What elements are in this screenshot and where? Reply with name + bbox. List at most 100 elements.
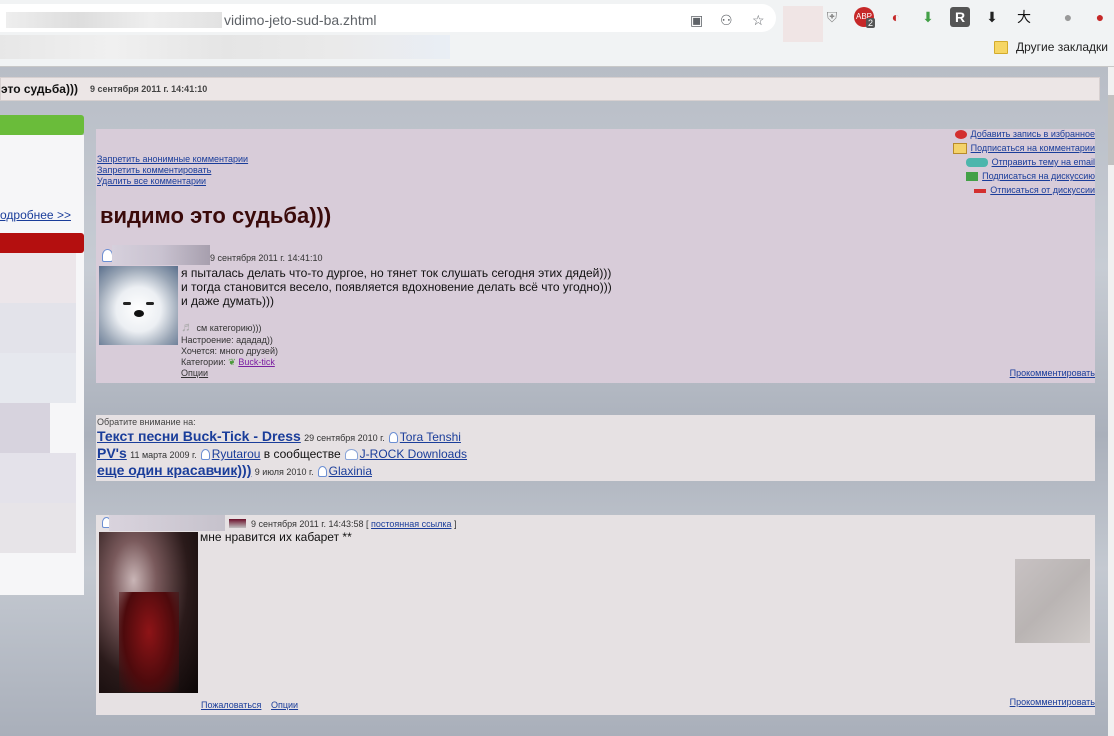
plus-icon bbox=[966, 172, 979, 182]
music-note-icon: ♬ bbox=[181, 319, 194, 334]
subscribe-comments-link[interactable]: Подписаться на комментарии bbox=[971, 143, 1095, 153]
commenter-name-blurred[interactable] bbox=[109, 515, 225, 531]
user-icon bbox=[388, 432, 398, 444]
related-date: 9 июля 2010 г. bbox=[254, 467, 314, 477]
blurred-extension-icon[interactable] bbox=[783, 6, 823, 42]
profile-avatar-icon[interactable]: ● bbox=[1058, 7, 1078, 27]
post-date: 9 сентября 2011 г. 14:41:10 bbox=[210, 253, 323, 263]
menu-icon[interactable]: ● bbox=[1090, 7, 1110, 27]
sidebar-more-link[interactable]: одробнее >> bbox=[0, 208, 71, 222]
sidebar-blurred-block bbox=[0, 253, 76, 303]
readability-r-icon[interactable]: R bbox=[950, 7, 970, 27]
popup-blocked-icon[interactable]: ▣ bbox=[690, 12, 703, 29]
heart-icon bbox=[954, 130, 967, 140]
subscribe-discussion-link[interactable]: Подписаться на дискуссию bbox=[982, 171, 1095, 181]
permalink-open: [ bbox=[366, 519, 369, 529]
download-arrow-icon[interactable]: ⬇ bbox=[918, 7, 938, 27]
post-categories: Категории: ❦ Buck-tick bbox=[181, 357, 275, 368]
entry-title-date: 9 сентября 2011 г. 14:41:10 bbox=[90, 84, 208, 94]
seal-eye bbox=[146, 302, 154, 305]
seal-nose bbox=[134, 310, 144, 317]
subscribe-comments-action[interactable]: Подписаться на комментарии bbox=[952, 143, 1095, 155]
scrollbar[interactable] bbox=[1108, 67, 1114, 736]
unsubscribe-discussion-action[interactable]: Отписаться от дискуссии bbox=[974, 185, 1095, 195]
post-options-link[interactable]: Опции bbox=[181, 368, 208, 378]
report-link[interactable]: Пожаловаться bbox=[201, 700, 261, 710]
sidebar-blurred-block bbox=[0, 453, 76, 503]
browser-chrome: vidimo-jeto-sud-ba.zhtml ▣ ⚇ ☆ ⛨ ABP 2 ◐… bbox=[0, 0, 1114, 67]
tag-icon: ❦ bbox=[228, 357, 236, 367]
post-text-line: и тогда становится весело, появляется вд… bbox=[181, 280, 612, 294]
post-title: видимо это судьба))) bbox=[100, 203, 332, 228]
related-title-link[interactable]: Текст песни Buck-Tick - Dress bbox=[97, 428, 301, 444]
sidebar-blurred-block bbox=[0, 503, 76, 553]
download-circle-icon[interactable]: ⬇ bbox=[982, 7, 1002, 27]
related-title-link[interactable]: еще один красавчик))) bbox=[97, 462, 251, 478]
comment-date-line: 9 сентября 2011 г. 14:43:58 [ постоянная… bbox=[251, 519, 457, 529]
kanji-icon[interactable]: 大 bbox=[1014, 7, 1034, 27]
email-topic-link[interactable]: Отправить тему на email bbox=[992, 157, 1095, 167]
other-bookmarks-label[interactable]: Другие закладки bbox=[1016, 40, 1108, 54]
envelope-icon bbox=[952, 143, 967, 155]
related-user-link[interactable]: Ryutarou bbox=[212, 447, 261, 461]
sidebar-panel bbox=[0, 135, 84, 595]
related-user-link[interactable]: Tora Tenshi bbox=[400, 430, 461, 444]
url-text[interactable]: vidimo-jeto-sud-ba.zhtml bbox=[224, 12, 377, 28]
user-icon bbox=[317, 466, 327, 478]
related-label: Обратите внимание на: bbox=[97, 417, 196, 427]
bookmarks-bar-blurred bbox=[0, 35, 450, 59]
comment-reply-link[interactable]: Прокомментировать bbox=[1010, 697, 1095, 707]
disable-comments-link[interactable]: Запретить комментировать bbox=[97, 165, 211, 175]
related-item: PV's 11 марта 2009 г. Ryutarou в сообщест… bbox=[97, 445, 467, 461]
post-mood: Настроение: ададад)) bbox=[181, 335, 273, 345]
commenter-avatar bbox=[99, 532, 198, 693]
url-prefix-blurred bbox=[6, 12, 222, 28]
related-date: 29 сентября 2010 г. bbox=[304, 433, 385, 443]
subscribe-discussion-action[interactable]: Подписаться на дискуссию bbox=[966, 171, 1095, 182]
post-text-line: я пыталась делать что-то дургое, но тяне… bbox=[181, 266, 612, 280]
email-topic-action[interactable]: Отправить тему на email bbox=[965, 157, 1095, 168]
unsubscribe-discussion-link[interactable]: Отписаться от дискуссии bbox=[990, 185, 1095, 195]
delete-comments-link[interactable]: Удалить все комментарии bbox=[97, 176, 206, 186]
adblock-badge: 2 bbox=[866, 18, 876, 28]
music-value: см категорию))) bbox=[196, 323, 262, 333]
related-user-link[interactable]: Glaxinia bbox=[329, 464, 372, 478]
user-icon bbox=[200, 449, 210, 461]
blog-post: Запретить анонимные комментарии Запретит… bbox=[96, 129, 1095, 383]
sidebar-green-header bbox=[0, 115, 84, 135]
bookmark-star-icon[interactable]: ☆ bbox=[752, 12, 765, 29]
related-title-link[interactable]: PV's bbox=[97, 445, 127, 461]
author-name-blurred[interactable] bbox=[112, 245, 210, 265]
comment-date: 9 сентября 2011 г. 14:43:58 bbox=[251, 519, 364, 529]
comment: 9 сентября 2011 г. 14:43:58 [ постоянная… bbox=[96, 515, 1095, 715]
community-icon bbox=[344, 449, 358, 461]
add-favorite-action[interactable]: Добавить запись в избранное bbox=[954, 129, 1095, 140]
disable-anon-comments-link[interactable]: Запретить анонимные комментарии bbox=[97, 154, 248, 164]
key-icon[interactable]: ⚇ bbox=[720, 12, 733, 29]
post-text-line: и даже думать))) bbox=[181, 294, 275, 308]
scrollbar-thumb[interactable] bbox=[1108, 95, 1114, 165]
blurred-image bbox=[1015, 559, 1090, 643]
category-link[interactable]: Buck-tick bbox=[238, 357, 275, 367]
flag-icon bbox=[229, 519, 246, 528]
sidebar-blurred-block bbox=[0, 303, 76, 353]
comment-options-link[interactable]: Опции bbox=[271, 700, 298, 710]
extension-circle-icon[interactable]: ◐ bbox=[886, 7, 906, 27]
page-content: это судьба))) 9 сентября 2011 г. 14:41:1… bbox=[0, 67, 1108, 736]
related-entries: Обратите внимание на: Текст песни Buck-T… bbox=[96, 415, 1095, 481]
related-date: 11 марта 2009 г. bbox=[130, 450, 197, 460]
author-avatar bbox=[99, 266, 178, 345]
seal-eye bbox=[123, 302, 131, 305]
community-link[interactable]: J-ROCK Downloads bbox=[360, 447, 467, 461]
shield-icon[interactable]: ⛨ bbox=[822, 7, 842, 27]
address-bar[interactable]: vidimo-jeto-sud-ba.zhtml ▣ ⚇ ☆ bbox=[0, 4, 776, 32]
entry-title: это судьба))) bbox=[1, 82, 78, 96]
post-want: Хочется: много друзей) bbox=[181, 346, 278, 356]
add-favorite-link[interactable]: Добавить запись в избранное bbox=[971, 129, 1095, 139]
post-comment-link[interactable]: Прокомментировать bbox=[1010, 368, 1095, 378]
permalink-link[interactable]: постоянная ссылка bbox=[371, 519, 451, 529]
email-at-icon bbox=[965, 158, 988, 168]
sidebar-blurred-block bbox=[0, 403, 50, 453]
post-music: ♬ см категорию))) bbox=[181, 319, 262, 334]
entry-title-bar: это судьба))) 9 сентября 2011 г. 14:41:1… bbox=[0, 77, 1100, 101]
